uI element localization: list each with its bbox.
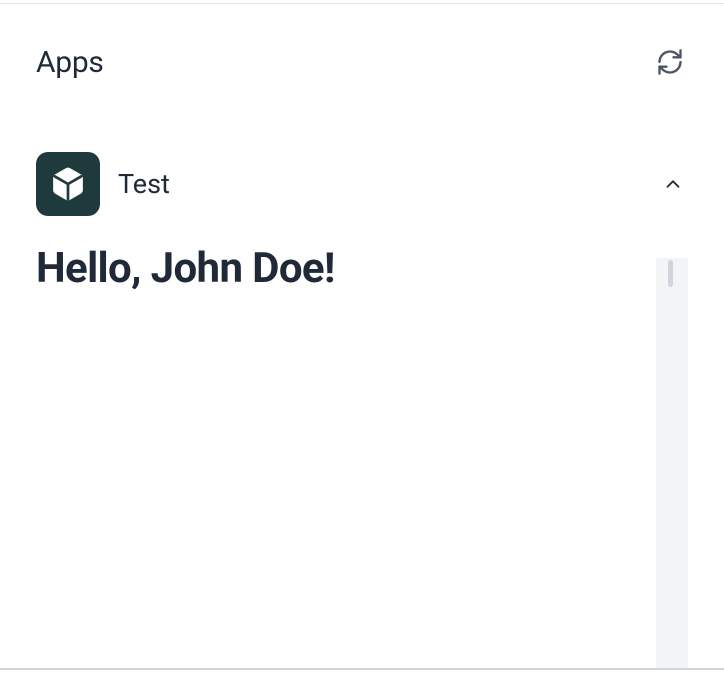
page-header: Apps — [0, 0, 724, 80]
bottom-divider — [0, 668, 724, 670]
cube-icon — [50, 166, 86, 202]
app-header[interactable]: Test — [36, 152, 688, 216]
app-header-left: Test — [36, 152, 170, 216]
app-name: Test — [118, 168, 170, 200]
collapse-button[interactable] — [658, 169, 688, 199]
chevron-up-icon — [662, 173, 684, 195]
app-icon-container — [36, 152, 100, 216]
refresh-icon — [656, 48, 684, 76]
main-container: Apps Test — [0, 0, 724, 293]
page-title: Apps — [36, 45, 104, 80]
app-section: Test Hello, John Doe! — [0, 152, 724, 293]
scrollbar-thumb[interactable] — [668, 260, 673, 287]
app-content: Hello, John Doe! — [36, 244, 688, 293]
greeting-text: Hello, John Doe! — [36, 244, 688, 293]
refresh-button[interactable] — [652, 44, 688, 80]
scrollbar-track[interactable] — [656, 258, 688, 668]
